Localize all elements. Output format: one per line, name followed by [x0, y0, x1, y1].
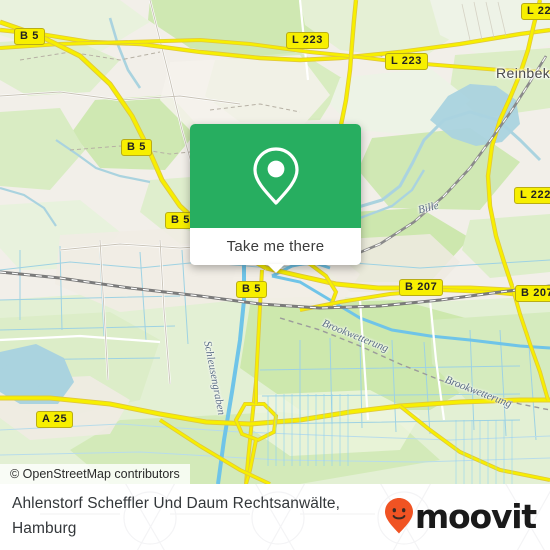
location-title: Ahlenstorf Scheffler Und Daum Rechtsanwä…: [12, 495, 341, 537]
location-popup-card: Take me there: [190, 124, 361, 273]
road-shield: B 5: [236, 281, 267, 298]
popup-card-pointer: [266, 264, 285, 273]
road-shield: B 207: [515, 285, 550, 302]
place-label-reinbek: Reinbek: [496, 65, 550, 81]
road-shield: B 5: [121, 139, 152, 156]
road-shield: L 223: [385, 53, 428, 70]
road-shield: L 222: [514, 187, 550, 204]
moovit-logo[interactable]: moovit: [384, 496, 537, 536]
popup-card-header: [190, 124, 361, 228]
road-shield: B 207: [399, 279, 444, 296]
map-pin-icon: [252, 147, 299, 205]
moovit-wordmark: moovit: [414, 496, 537, 536]
moovit-smiley-pin-icon: [384, 498, 413, 534]
osm-attribution[interactable]: © OpenStreetMap contributors: [0, 464, 190, 484]
map-result-page: B 5 L 223 L 223 L 22 B 5 B 5 L 222 B 5 B…: [0, 0, 550, 550]
road-shield: L 22: [521, 3, 550, 20]
take-me-there-label: Take me there: [226, 238, 325, 255]
footer-bar: Ahlenstorf Scheffler Und Daum Rechtsanwä…: [0, 484, 550, 550]
take-me-there-button[interactable]: Take me there: [190, 228, 361, 265]
road-shield: B 5: [14, 28, 45, 45]
road-shield: L 223: [286, 32, 329, 49]
road-shield: A 25: [36, 411, 74, 428]
